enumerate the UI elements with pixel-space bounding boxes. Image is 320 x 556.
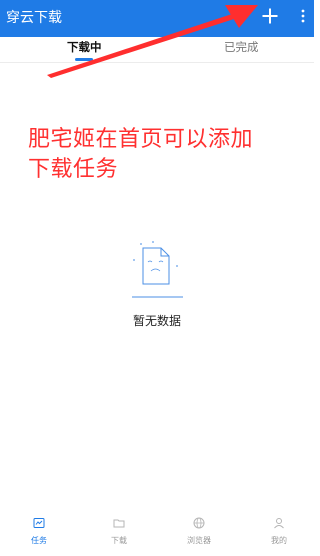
annotation-line-1: 肥宅姬在首页可以添加 <box>28 127 254 152</box>
active-tab-indicator <box>75 58 93 61</box>
app-header: 穿云下载 <box>0 0 314 37</box>
nav-item-me[interactable]: 我的 <box>249 509 309 556</box>
task-icon <box>33 518 45 528</box>
add-task-button[interactable] <box>262 8 278 24</box>
nav-item-tasks[interactable]: 任务 <box>9 509 69 556</box>
tab-downloading[interactable]: 下载中 <box>67 40 102 55</box>
empty-document-icon <box>132 241 183 298</box>
tab-completed[interactable]: 已完成 <box>224 40 259 55</box>
nav-label-me: 我的 <box>271 536 287 545</box>
annotation-line-2: 下载任务 <box>28 157 119 182</box>
annotation-text: 肥宅姬在首页可以添加 下载任务 <box>28 125 298 185</box>
nav-label-browser: 浏览器 <box>187 536 211 545</box>
nav-label-tasks: 任务 <box>31 536 47 545</box>
download-tabs: 下载中 已完成 <box>0 37 314 63</box>
nav-item-download[interactable]: 下载 <box>89 509 149 556</box>
plus-icon <box>262 8 278 24</box>
nav-label-download: 下载 <box>111 536 127 545</box>
browser-icon <box>193 517 205 529</box>
user-icon <box>274 518 284 529</box>
empty-state-text: 暂无数据 <box>132 314 181 328</box>
nav-item-browser[interactable]: 浏览器 <box>169 509 229 556</box>
more-options-button[interactable] <box>300 8 306 24</box>
folder-icon <box>113 519 125 528</box>
more-vertical-icon <box>301 9 305 23</box>
bottom-navigation: 任务 下载 浏览器 我的 <box>0 509 314 556</box>
app-title: 穿云下载 <box>6 10 62 26</box>
